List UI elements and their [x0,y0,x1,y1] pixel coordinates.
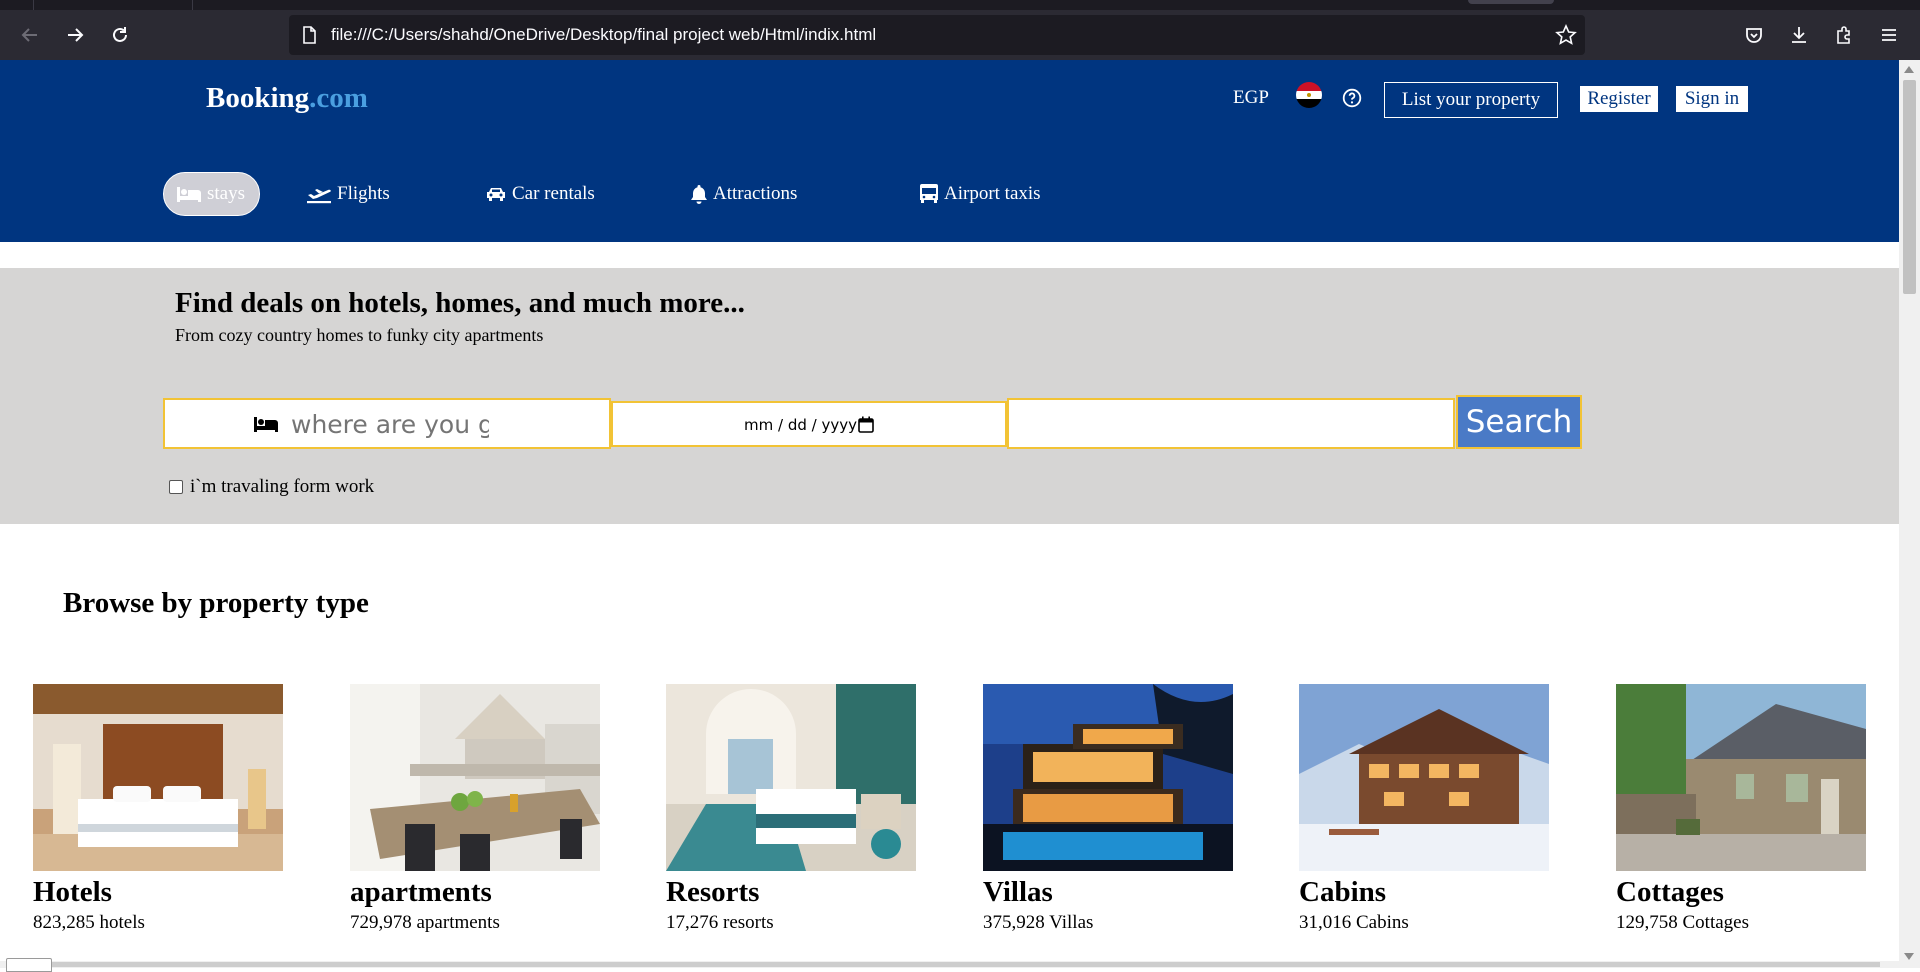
page-icon [303,26,316,44]
scrollbar-thumb[interactable] [1903,80,1916,294]
calendar-icon[interactable] [858,416,874,433]
date-placeholder: mm / dd / yyyy [744,416,857,434]
nav-item-stays[interactable]: stays [163,172,260,216]
destination-placeholder: where are you going? [291,410,489,439]
logo[interactable]: Booking.com [206,82,368,115]
bookmark-star-icon[interactable] [1555,24,1577,46]
property-count: 375,928 Villas [983,912,1094,933]
property-name: Resorts [666,876,760,908]
help-icon[interactable] [1342,88,1362,108]
bus-icon [920,184,938,203]
nav-label: Airport taxis [944,183,1041,204]
bell-icon [691,185,707,204]
search-section: Find deals on hotels, homes, and much mo… [0,268,1899,524]
download-icon [1792,27,1806,43]
browser-toolbar: file:///C:/Users/shahd/OneDrive/Desktop/… [0,10,1920,60]
cabin-snow-image[interactable] [1299,684,1549,871]
villa-night-image[interactable] [983,684,1233,871]
logo-main: Booking [206,82,310,114]
hotel-room-image[interactable] [33,684,283,871]
nav-item-attractions[interactable]: Attractions [690,172,797,216]
nav-label: Flights [337,183,390,204]
property-card-hotels[interactable]: Hotels 823,285 hotels [33,684,283,933]
property-name: apartments [350,876,492,908]
reload-button[interactable] [105,20,135,50]
cottage-stone-image[interactable] [1616,684,1866,871]
pocket-icon [1746,28,1762,43]
property-card-villas[interactable]: Villas 375,928 Villas [983,684,1233,933]
hamburger-menu-icon [1882,29,1896,41]
pocket-button[interactable] [1739,20,1769,50]
arrow-left-icon [21,28,37,42]
search-title: Find deals on hotels, homes, and much mo… [175,287,745,319]
destination-input[interactable]: where are you going? [163,398,611,449]
list-property-button[interactable]: List your property [1384,82,1558,118]
tab-divider [192,0,193,10]
browser-tab-strip [0,0,1920,10]
extensions-button[interactable] [1829,20,1859,50]
property-name: Cabins [1299,876,1387,908]
property-card-cabins[interactable]: Cabins 31,016 Cabins [1299,684,1549,933]
nav-item-airport-taxis[interactable]: Airport taxis [919,172,1041,216]
guests-input[interactable] [1007,398,1455,449]
property-name: Hotels [33,876,112,908]
scrollbar-thumb[interactable] [10,962,1880,967]
status-popup [6,958,52,972]
property-count: 729,978 apartments [350,912,500,933]
currency-selector[interactable]: EGP [1233,87,1269,109]
sign-in-button[interactable]: Sign in [1676,86,1748,112]
nav-label: stays [207,183,245,204]
apartment-kitchen-image[interactable] [350,684,600,871]
register-button[interactable]: Register [1580,86,1658,112]
property-card-cottages[interactable]: Cottages 129,758 Cottages [1616,684,1866,933]
property-count: 31,016 Cabins [1299,912,1409,933]
plane-icon [307,189,331,204]
date-input[interactable]: mm / dd / yyyy [611,401,1007,447]
scroll-down-arrow-icon[interactable] [1904,953,1914,960]
tab-divider [33,0,34,10]
menu-button[interactable] [1874,20,1904,50]
bed-icon [254,417,278,432]
scroll-up-arrow-icon[interactable] [1904,66,1914,73]
car-icon [487,188,505,201]
arrow-right-icon [68,28,84,42]
property-card-resorts[interactable]: Resorts 17,276 resorts [666,684,916,933]
search-button[interactable]: Search [1456,395,1582,449]
horizontal-scrollbar[interactable] [0,961,1899,968]
address-bar[interactable]: file:///C:/Users/shahd/OneDrive/Desktop/… [289,15,1585,55]
site-header: Booking.com EGP List your property Regis… [0,60,1899,242]
downloads-button[interactable] [1784,20,1814,50]
bed-icon [177,187,201,202]
egypt-flag-icon[interactable] [1296,82,1322,108]
property-count: 17,276 resorts [666,912,774,933]
nav-item-flights[interactable]: Flights [306,172,390,216]
url-text[interactable]: file:///C:/Users/shahd/OneDrive/Desktop/… [331,15,876,55]
work-travel-label: i`m travaling form work [190,476,375,497]
resort-room-image[interactable] [666,684,916,871]
tab-indicator[interactable] [1468,0,1554,4]
nav-item-car-rentals[interactable]: Car rentals [485,172,595,216]
property-name: Cottages [1616,876,1724,908]
nav-label: Attractions [713,183,798,204]
puzzle-icon [1837,26,1850,44]
reload-icon [113,27,127,42]
logo-suffix: .com [309,82,368,114]
forward-button[interactable] [60,20,90,50]
browse-title: Browse by property type [63,587,369,619]
back-button[interactable] [15,20,45,50]
property-card-apartments[interactable]: apartments 729,978 apartments [350,684,600,933]
property-name: Villas [983,876,1053,908]
nav-label: Car rentals [512,183,595,204]
property-count: 129,758 Cottages [1616,912,1749,933]
property-count: 823,285 hotels [33,912,145,933]
work-travel-checkbox[interactable] [169,480,183,494]
vertical-scrollbar[interactable] [1899,60,1920,968]
search-subtitle: From cozy country homes to funky city ap… [175,325,544,345]
